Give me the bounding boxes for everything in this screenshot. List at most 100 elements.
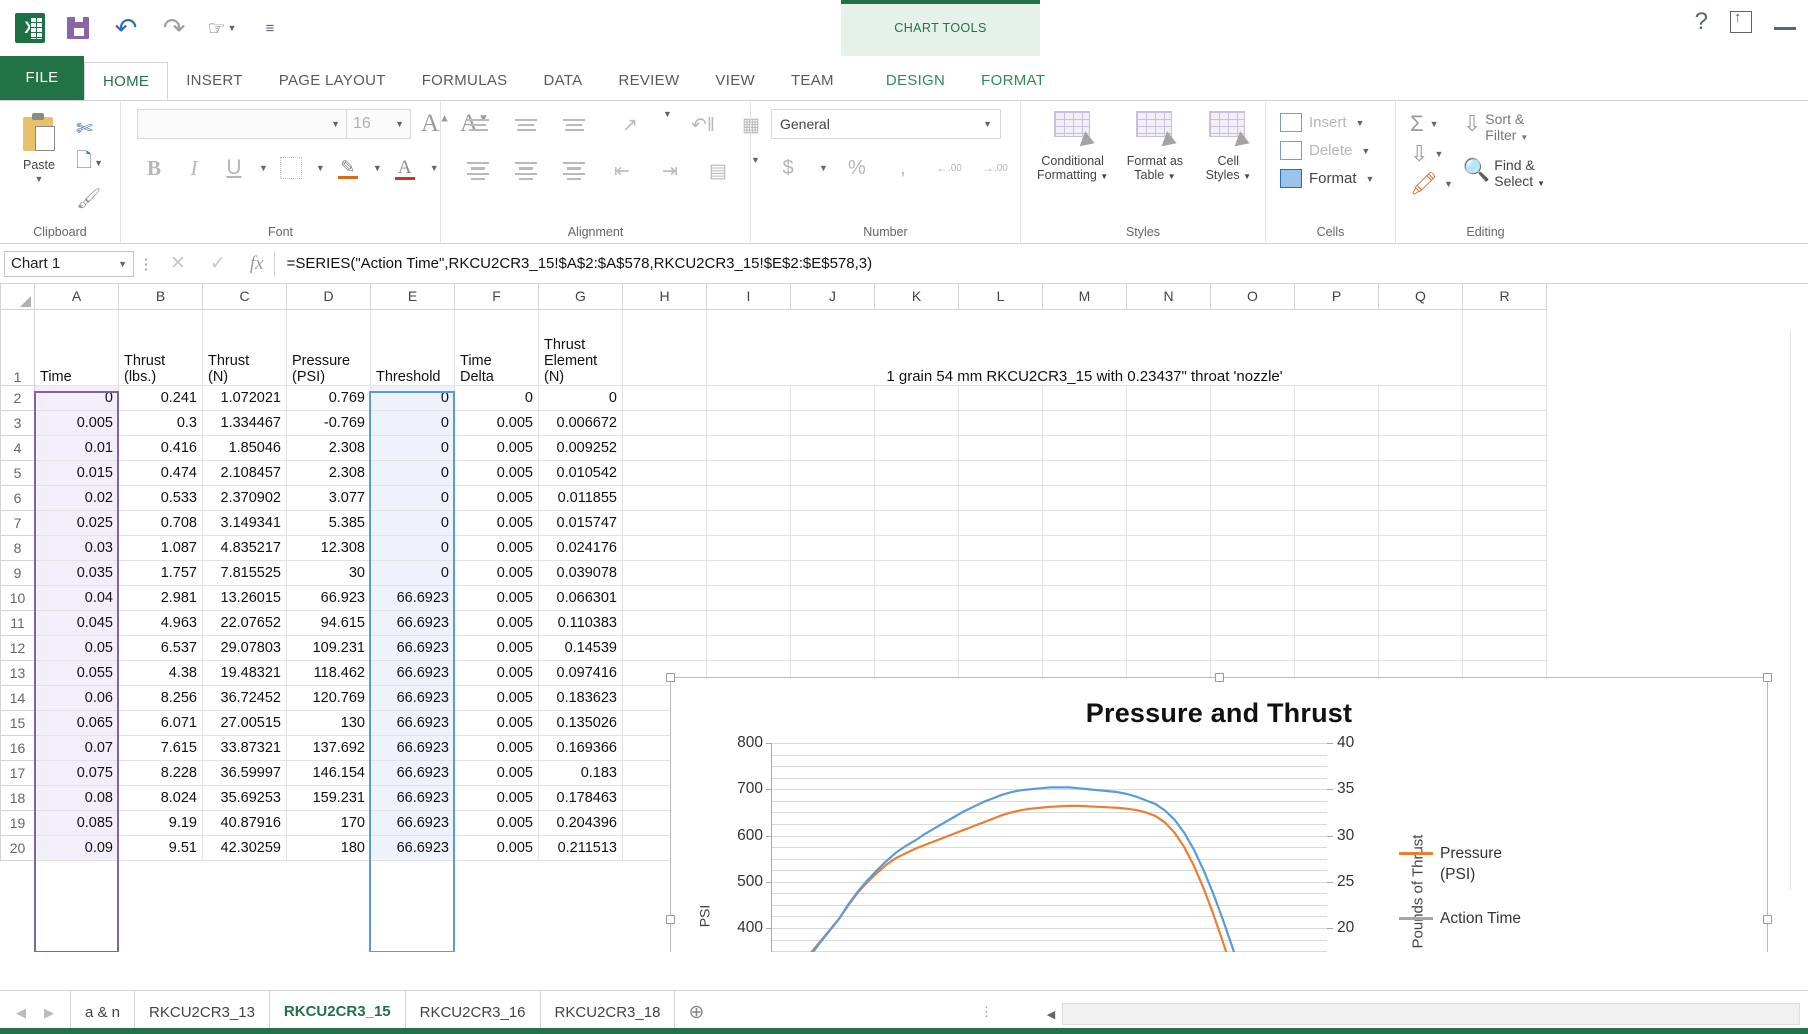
row-header-16[interactable]: 16 xyxy=(1,735,35,760)
cell-I1-banner[interactable]: 1 grain 54 mm RKCU2CR3_15 with 0.23437" … xyxy=(707,309,1463,385)
cell-M12[interactable] xyxy=(1043,635,1127,660)
cell-B3[interactable]: 0.3 xyxy=(119,410,203,435)
cell-D11[interactable]: 94.615 xyxy=(287,610,371,635)
tab-view[interactable]: VIEW xyxy=(697,62,773,100)
cell-N9[interactable] xyxy=(1127,560,1211,585)
increase-indent-icon[interactable]: ⇥ xyxy=(653,155,687,187)
row-header-2[interactable]: 2 xyxy=(1,385,35,410)
merge-and-center-icon[interactable]: ▤ xyxy=(701,155,735,187)
cell-K7[interactable] xyxy=(875,510,959,535)
align-middle-icon[interactable] xyxy=(509,109,543,141)
column-header-O[interactable]: O xyxy=(1211,284,1295,309)
cell-R12[interactable] xyxy=(1463,635,1547,660)
tab-home[interactable]: HOME xyxy=(84,62,168,100)
format-as-table-button[interactable]: Format as Table ▼ xyxy=(1118,109,1191,183)
cell-O12[interactable] xyxy=(1211,635,1295,660)
cell-F7[interactable]: 0.005 xyxy=(455,510,539,535)
align-left-icon[interactable] xyxy=(461,155,495,187)
cell-Q6[interactable] xyxy=(1379,485,1463,510)
currency-dropdown-icon[interactable]: ▼ xyxy=(819,163,828,173)
cell-E13[interactable]: 66.6923 xyxy=(371,660,455,685)
cell-L3[interactable] xyxy=(959,410,1043,435)
column-header-D[interactable]: D xyxy=(287,284,371,309)
cell-G8[interactable]: 0.024176 xyxy=(539,535,623,560)
cell-I7[interactable] xyxy=(707,510,791,535)
cell-A11[interactable]: 0.045 xyxy=(35,610,119,635)
cell-E17[interactable]: 66.6923 xyxy=(371,760,455,785)
cell-O11[interactable] xyxy=(1211,610,1295,635)
cell-D15[interactable]: 130 xyxy=(287,710,371,735)
wrap-text-icon[interactable]: ↶‖ xyxy=(686,109,720,141)
cell-C16[interactable]: 33.87321 xyxy=(203,735,287,760)
tab-team[interactable]: TEAM xyxy=(773,62,852,100)
cell-C5[interactable]: 2.108457 xyxy=(203,460,287,485)
underline-button[interactable]: U xyxy=(217,152,251,184)
cell-G9[interactable]: 0.039078 xyxy=(539,560,623,585)
cell-K4[interactable] xyxy=(875,435,959,460)
cell-L2[interactable] xyxy=(959,385,1043,410)
cell-G3[interactable]: 0.006672 xyxy=(539,410,623,435)
orientation-dropdown-icon[interactable]: ▼ xyxy=(663,109,672,141)
chart-y-axis-title-left[interactable]: PSI xyxy=(696,905,712,928)
borders-dropdown-icon[interactable]: ▼ xyxy=(316,163,325,173)
cell-C7[interactable]: 3.149341 xyxy=(203,510,287,535)
row-header-8[interactable]: 8 xyxy=(1,535,35,560)
bold-button[interactable]: B xyxy=(137,152,171,184)
cell-Q11[interactable] xyxy=(1379,610,1463,635)
fill-color-icon[interactable]: ✎ xyxy=(331,152,365,184)
cell-E2[interactable]: 0 xyxy=(371,385,455,410)
cell-C6[interactable]: 2.370902 xyxy=(203,485,287,510)
cell-F1[interactable]: TimeDelta xyxy=(455,309,539,385)
cell-M9[interactable] xyxy=(1043,560,1127,585)
cell-P2[interactable] xyxy=(1295,385,1379,410)
cell-B1[interactable]: Thrust(lbs.) xyxy=(119,309,203,385)
cell-D17[interactable]: 146.154 xyxy=(287,760,371,785)
cell-L12[interactable] xyxy=(959,635,1043,660)
chart-handle-tc[interactable] xyxy=(1215,673,1224,682)
cell-I6[interactable] xyxy=(707,485,791,510)
cell-G15[interactable]: 0.135026 xyxy=(539,710,623,735)
vertical-scrollbar[interactable] xyxy=(1790,330,1808,890)
cell-F20[interactable]: 0.005 xyxy=(455,835,539,860)
comma-format-icon[interactable]: , xyxy=(886,152,920,184)
cell-F17[interactable]: 0.005 xyxy=(455,760,539,785)
cell-C1[interactable]: Thrust(N) xyxy=(203,309,287,385)
cell-P10[interactable] xyxy=(1295,585,1379,610)
font-color-dropdown-icon[interactable]: ▼ xyxy=(430,163,439,173)
tab-page-layout[interactable]: PAGE LAYOUT xyxy=(261,62,404,100)
orientation-icon[interactable]: ↗ xyxy=(613,109,647,141)
cell-G20[interactable]: 0.211513 xyxy=(539,835,623,860)
cell-B8[interactable]: 1.087 xyxy=(119,535,203,560)
cell-B4[interactable]: 0.416 xyxy=(119,435,203,460)
autosum-button[interactable]: Σ▼ xyxy=(1410,111,1453,137)
cell-F10[interactable]: 0.005 xyxy=(455,585,539,610)
cell-B13[interactable]: 4.38 xyxy=(119,660,203,685)
ribbon-display-options-icon[interactable] xyxy=(1730,11,1752,33)
format-cells-button[interactable]: Format▼ xyxy=(1280,169,1374,188)
chart-object[interactable]: Pressure and Thrust PSI Pounds of Thrust… xyxy=(670,677,1768,952)
font-size-input[interactable]: 16 ▼ xyxy=(347,109,411,139)
cell-B6[interactable]: 0.533 xyxy=(119,485,203,510)
cell-F19[interactable]: 0.005 xyxy=(455,810,539,835)
cell-R11[interactable] xyxy=(1463,610,1547,635)
cell-J10[interactable] xyxy=(791,585,875,610)
cell-C18[interactable]: 35.69253 xyxy=(203,785,287,810)
cell-L6[interactable] xyxy=(959,485,1043,510)
cell-O10[interactable] xyxy=(1211,585,1295,610)
cell-A9[interactable]: 0.035 xyxy=(35,560,119,585)
cell-K8[interactable] xyxy=(875,535,959,560)
column-header-B[interactable]: B xyxy=(119,284,203,309)
cell-P8[interactable] xyxy=(1295,535,1379,560)
cell-B5[interactable]: 0.474 xyxy=(119,460,203,485)
cell-styles-button[interactable]: Cell Styles ▼ xyxy=(1198,109,1259,183)
chart-plot-area[interactable] xyxy=(771,743,1327,952)
cell-D3[interactable]: -0.769 xyxy=(287,410,371,435)
cell-E14[interactable]: 66.6923 xyxy=(371,685,455,710)
cell-C19[interactable]: 40.87916 xyxy=(203,810,287,835)
cell-Q10[interactable] xyxy=(1379,585,1463,610)
cell-O8[interactable] xyxy=(1211,535,1295,560)
cell-Q5[interactable] xyxy=(1379,460,1463,485)
scroll-left-icon[interactable]: ◀ xyxy=(1040,1008,1062,1021)
cell-E9[interactable]: 0 xyxy=(371,560,455,585)
borders-icon[interactable] xyxy=(274,152,308,184)
